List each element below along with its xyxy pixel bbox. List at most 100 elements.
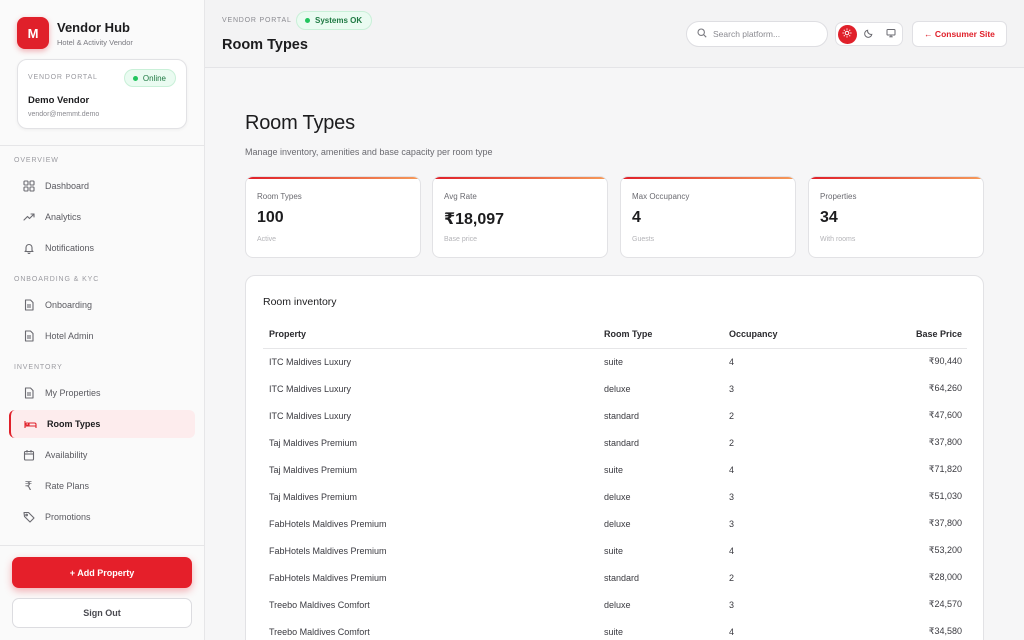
sign-out-button[interactable]: Sign Out <box>12 598 192 628</box>
cell-base-price: ₹90,440 <box>928 356 962 367</box>
cell-room-type: deluxe <box>604 599 631 610</box>
cell-property: Treebo Maldives Comfort <box>269 599 370 610</box>
page-subtitle: Manage inventory, amenities and base cap… <box>245 147 493 157</box>
sidebar-item-label: Dashboard <box>45 181 90 191</box>
cell-room-type: suite <box>604 356 624 367</box>
status-dot-icon <box>305 18 310 23</box>
room-inventory-card: Room inventory Property Room Type Occupa… <box>245 275 984 640</box>
document-icon <box>22 299 35 312</box>
cell-base-price: ₹37,800 <box>928 437 962 447</box>
stat-note: With rooms <box>820 236 856 243</box>
light-mode-button[interactable] <box>838 24 857 44</box>
search-input[interactable] <box>713 29 813 39</box>
sidebar-item-promotions[interactable]: Promotions <box>9 503 195 531</box>
search-icon <box>697 25 707 43</box>
search-box[interactable] <box>686 21 828 47</box>
table-header-row: Property Room Type Occupancy Base Price <box>263 321 967 349</box>
cell-property: ITC Maldives Luxury <box>269 356 352 367</box>
cell-base-price: ₹47,600 <box>928 410 962 420</box>
bell-icon <box>22 242 35 255</box>
table-row[interactable]: ITC Maldives Luxury suite 4 ₹90,440 <box>263 348 967 375</box>
cell-occupancy: 3 <box>729 518 735 529</box>
table-row[interactable]: Taj Maldives Premium standard 2 ₹37,800 <box>263 429 967 456</box>
document-icon <box>22 330 35 343</box>
cell-property: FabHotels Maldives Premium <box>269 545 387 556</box>
systems-status-badge: Systems OK <box>296 11 373 30</box>
sidebar-item-label: Promotions <box>45 512 91 522</box>
column-header-room-type[interactable]: Room Type <box>598 321 723 349</box>
sidebar-item-availability[interactable]: Availability <box>9 441 195 469</box>
system-mode-button[interactable] <box>881 25 900 44</box>
sidebar-item-analytics[interactable]: Analytics <box>9 203 195 231</box>
sidebar-item-label: Hotel Admin <box>45 331 94 341</box>
cell-occupancy: 4 <box>729 464 735 475</box>
tag-icon <box>22 511 35 524</box>
stat-label: Room Types <box>257 192 302 201</box>
status-dot-icon <box>132 75 138 81</box>
divider <box>0 145 204 146</box>
section-label-overview: OVERVIEW <box>14 157 59 164</box>
table-row[interactable]: Taj Maldives Premium deluxe 3 ₹51,030 <box>263 483 967 510</box>
sun-icon <box>842 25 852 43</box>
stat-value: 100 <box>257 209 284 226</box>
stat-note: Guests <box>632 236 655 243</box>
sidebar-item-dashboard[interactable]: Dashboard <box>9 172 195 200</box>
page-title: Room Types <box>245 112 355 134</box>
cell-room-type: deluxe <box>604 518 631 529</box>
column-header-base-price[interactable]: Base Price <box>853 321 967 349</box>
table-row[interactable]: ITC Maldives Luxury standard 2 ₹47,600 <box>263 402 967 429</box>
cell-room-type: standard <box>604 410 640 421</box>
add-property-button[interactable]: + Add Property <box>12 557 192 588</box>
sidebar-item-my-properties[interactable]: My Properties <box>9 379 195 407</box>
column-header-property[interactable]: Property <box>263 321 598 349</box>
sidebar-item-label: My Properties <box>45 388 101 398</box>
stat-value: 34 <box>820 209 838 226</box>
cell-occupancy: 2 <box>729 410 735 421</box>
sidebar-item-room-types[interactable]: Room Types <box>9 410 195 438</box>
stat-label: Max Occupancy <box>632 192 690 201</box>
sidebar-item-rate-plans[interactable]: ₹ Rate Plans <box>9 472 195 500</box>
table-row[interactable]: FabHotels Maldives Premium standard 2 ₹28,0… <box>263 564 967 591</box>
document-icon <box>22 387 35 400</box>
cell-property: Taj Maldives Premium <box>269 464 358 475</box>
cell-property: ITC Maldives Luxury <box>269 383 352 394</box>
cell-base-price: ₹37,800 <box>928 518 962 528</box>
stat-card-max-occupancy: Max Occupancy 4 Guests <box>620 176 796 258</box>
table-row[interactable]: FabHotels Maldives Premium deluxe 3 ₹37,800 <box>263 510 967 537</box>
sidebar-item-notifications[interactable]: Notifications <box>9 234 195 262</box>
cell-base-price: ₹34,580 <box>928 626 962 636</box>
column-header-occupancy[interactable]: Occupancy <box>723 321 853 349</box>
monitor-icon <box>886 25 896 43</box>
stat-label: Properties <box>820 192 857 201</box>
cell-base-price: ₹64,260 <box>928 383 962 393</box>
cell-room-type: suite <box>604 545 624 556</box>
section-label-inventory: INVENTORY <box>14 364 63 371</box>
room-inventory-table: Property Room Type Occupancy Base Price … <box>263 321 967 640</box>
cell-base-price: ₹28,000 <box>928 572 962 582</box>
online-status-text: Online <box>142 73 166 83</box>
table-row[interactable]: Taj Maldives Premium suite 4 ₹71,820 <box>263 456 967 483</box>
table-row[interactable]: FabHotels Maldives Premium suite 4 ₹53,200 <box>263 537 967 564</box>
stat-label: Avg Rate <box>444 192 477 201</box>
systems-status-text: Systems OK <box>315 16 363 25</box>
brand-logo: M <box>17 17 49 49</box>
brand[interactable]: M Vendor Hub Hotel & Activity Vendor <box>17 17 133 49</box>
consumer-site-link[interactable]: ← Consumer Site <box>912 21 1007 47</box>
grid-icon <box>22 180 35 193</box>
table-row[interactable]: Treebo Maldives Comfort deluxe 3 ₹24,570 <box>263 591 967 618</box>
table-row[interactable]: ITC Maldives Luxury deluxe 3 ₹64,260 <box>263 375 967 402</box>
dark-mode-button[interactable] <box>860 25 879 44</box>
cell-occupancy: 3 <box>729 383 735 394</box>
portal-label: VENDOR PORTAL <box>222 17 292 24</box>
sidebar-item-hotel-admin[interactable]: Hotel Admin <box>9 322 195 350</box>
sidebar-item-label: Availability <box>45 450 88 460</box>
cell-occupancy: 2 <box>729 572 735 583</box>
cell-occupancy: 4 <box>729 356 735 367</box>
table-row[interactable]: Treebo Maldives Comfort suite 4 ₹34,580 <box>263 618 967 640</box>
sidebar-item-onboarding[interactable]: Onboarding <box>9 291 195 319</box>
cell-property: ITC Maldives Luxury <box>269 410 352 421</box>
cell-room-type: deluxe <box>604 491 631 502</box>
calendar-icon <box>22 449 35 462</box>
brand-name: Vendor Hub <box>57 19 130 35</box>
stat-card-avg-rate: Avg Rate ₹18,097 Base price <box>432 176 608 258</box>
